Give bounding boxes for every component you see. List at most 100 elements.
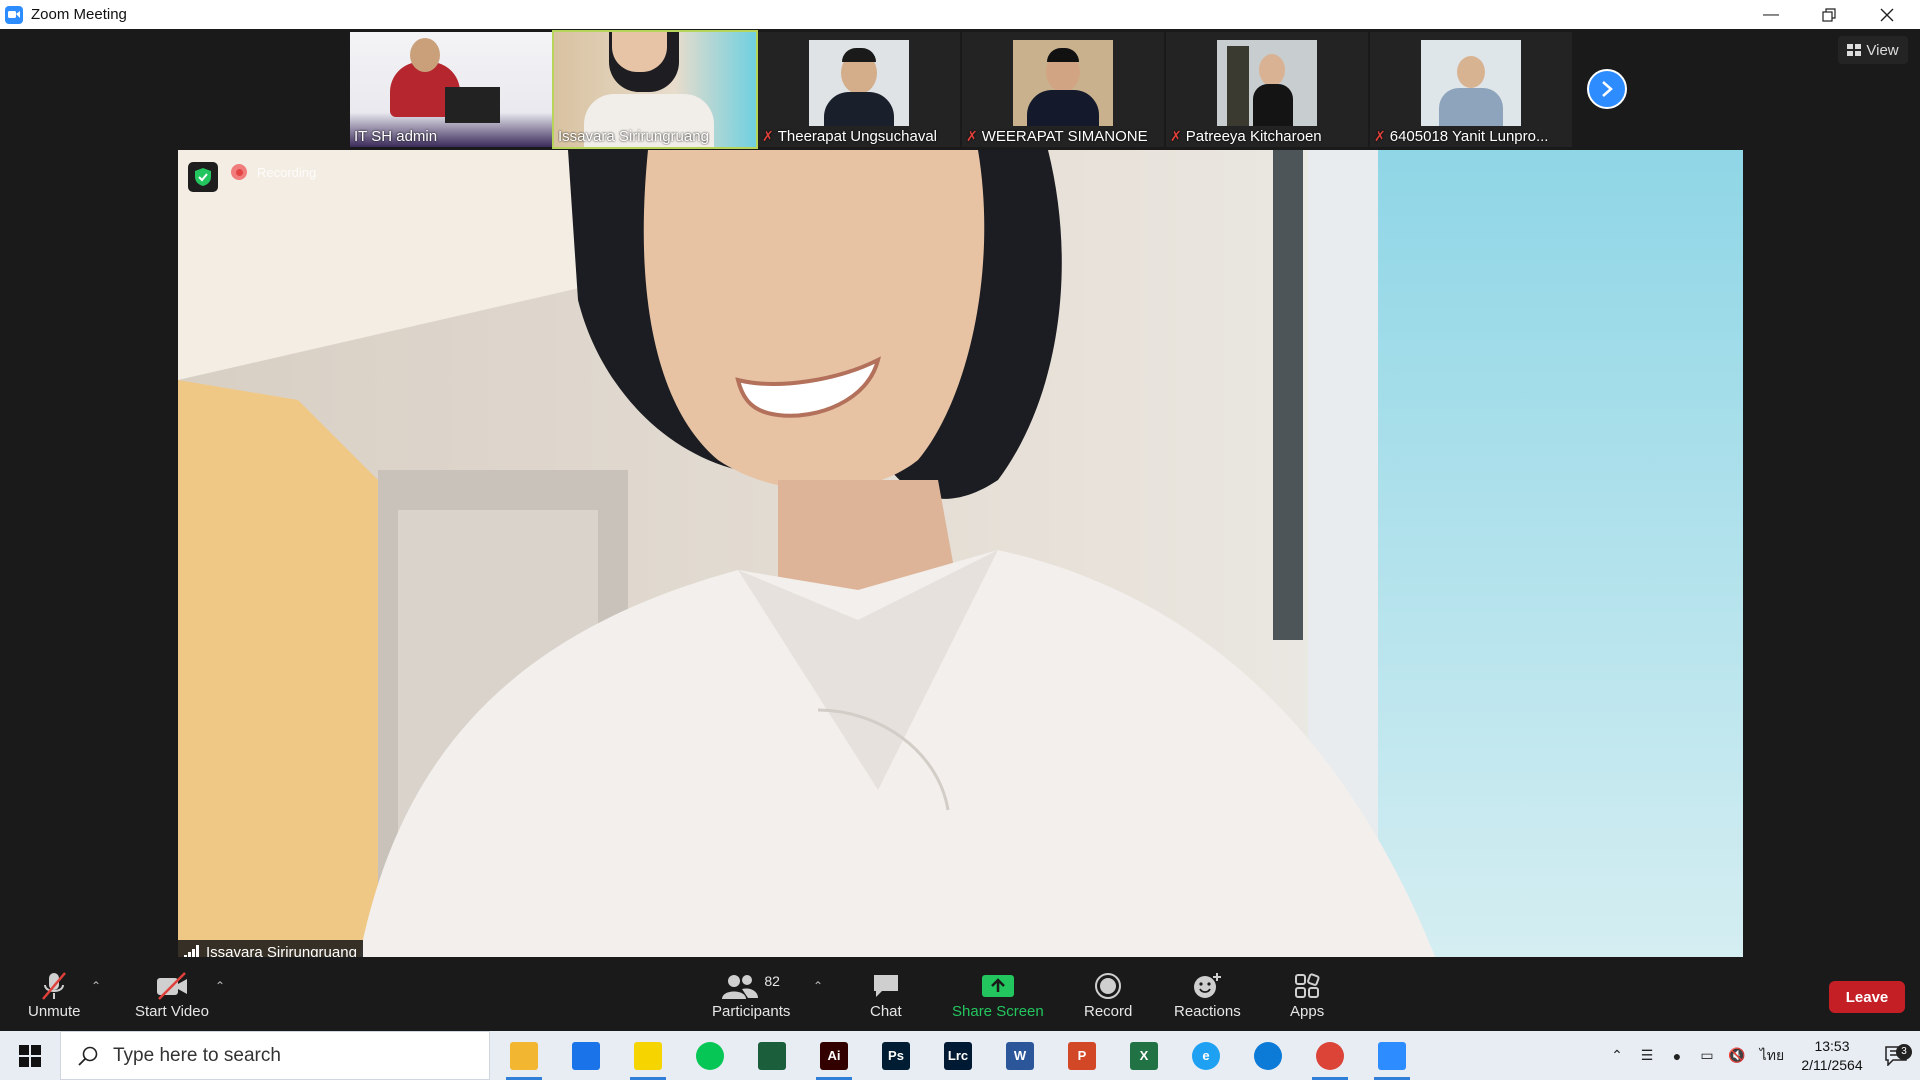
excel-icon: X [1130, 1041, 1158, 1070]
search-placeholder: Type here to search [113, 1044, 281, 1066]
apps-icon [1294, 969, 1320, 1003]
next-page-button[interactable] [1587, 69, 1627, 109]
profile-photo [809, 40, 909, 126]
title-bar: Zoom Meeting — [0, 0, 1920, 29]
chat-icon [872, 969, 900, 1003]
active-speaker-video[interactable]: Recording Issavara Sirirungruang [178, 150, 1743, 964]
clock[interactable]: 13:53 2/11/2564 [1792, 1037, 1872, 1075]
network-icon[interactable]: ☰ [1632, 1047, 1662, 1064]
profile-photo [1421, 40, 1521, 126]
participant-thumbnail[interactable]: ✗ Theerapat Ungsuchaval [758, 32, 960, 147]
recording-dot-icon [231, 164, 247, 180]
record-button[interactable]: Record [1084, 969, 1132, 1020]
muted-mic-icon: ✗ [966, 128, 978, 144]
taskbar-app-button[interactable] [558, 1031, 614, 1080]
profile-photo [1217, 40, 1317, 126]
record-label: Record [1084, 1003, 1133, 1020]
participant-name: IT SH admin [354, 128, 438, 145]
line-icon [696, 1041, 724, 1070]
taskbar-app-button[interactable]: e [1178, 1031, 1234, 1080]
taskbar-app-button[interactable] [682, 1031, 738, 1080]
taskbar-app-button[interactable] [496, 1031, 552, 1080]
video-feed [178, 150, 1743, 964]
zoom-icon [1378, 1041, 1406, 1070]
recording-indicator: Recording [231, 164, 316, 180]
taskbar-app-button[interactable]: Ps [868, 1031, 924, 1080]
participant-thumbnail[interactable]: ✗ WEERAPAT SIMANONE [962, 32, 1164, 147]
participants-label: Participants [712, 1003, 791, 1020]
recording-label: Recording [257, 164, 317, 180]
participant-name: 6405018 Yanit Lunpro... [1389, 128, 1549, 145]
audio-options-caret-icon[interactable]: ⌃ [91, 979, 101, 993]
apps-button[interactable]: Apps [1290, 969, 1324, 1020]
taskbar-app-button[interactable] [620, 1031, 676, 1080]
close-icon [1880, 8, 1894, 21]
participant-thumbnail[interactable]: ✗ Patreeya Kitcharoen [1166, 32, 1368, 147]
participant-name: WEERAPAT SIMANONE [981, 128, 1148, 145]
encryption-shield-icon[interactable] [188, 162, 218, 192]
taskbar-app-button[interactable]: W [992, 1031, 1048, 1080]
muted-microphone-icon [39, 969, 69, 1003]
taskbar-app-button[interactable]: P [1054, 1031, 1110, 1080]
restore-button[interactable] [1800, 0, 1858, 29]
internet-explorer-icon: e [1192, 1041, 1220, 1070]
participant-name: Theerapat Ungsuchaval [777, 128, 937, 145]
taskbar-app-button[interactable]: X [1116, 1031, 1172, 1080]
taskbar-app-button[interactable] [1240, 1031, 1296, 1080]
start-video-label: Start Video [135, 1003, 209, 1020]
notifications-button[interactable]: 3 [1872, 1043, 1920, 1066]
participants-button[interactable]: 82 Participants [712, 969, 790, 1020]
chat-button[interactable]: Chat [870, 969, 902, 1020]
taskbar-search-box[interactable]: Type here to search [60, 1031, 490, 1080]
reactions-smiley-icon [1192, 969, 1222, 1003]
unmute-button[interactable]: Unmute [28, 969, 81, 1020]
volume-muted-icon[interactable]: 🔇 [1722, 1047, 1752, 1064]
share-screen-button[interactable]: Share Screen [952, 969, 1044, 1020]
start-video-button[interactable]: Start Video [135, 969, 209, 1020]
leave-button[interactable]: Leave [1829, 981, 1905, 1013]
microphone-in-use-icon[interactable]: ● [1662, 1048, 1692, 1064]
system-tray: ⌃ ☰ ● ▭ 🔇 ไทย 13:53 2/11/2564 3 [1602, 1031, 1920, 1080]
edge-icon [1254, 1041, 1282, 1070]
taskbar-app-button[interactable] [744, 1031, 800, 1080]
word-icon: W [1006, 1041, 1034, 1070]
photoshop-icon: Ps [882, 1041, 910, 1070]
participant-name: Issavara Sirirungruang [558, 128, 709, 145]
participant-thumbnail[interactable]: ✗ 6405018 Yanit Lunpro... [1370, 32, 1572, 147]
participants-count: 82 [764, 973, 780, 989]
battery-icon[interactable]: ▭ [1692, 1047, 1722, 1064]
taskbar-app-button[interactable] [1302, 1031, 1358, 1080]
minimize-button[interactable]: — [1742, 0, 1800, 29]
muted-mic-icon: ✗ [1170, 128, 1182, 144]
muted-mic-icon: ✗ [762, 128, 774, 144]
input-language-indicator[interactable]: ไทย [1752, 1045, 1792, 1067]
participant-name: Patreeya Kitcharoen [1185, 128, 1322, 145]
share-screen-icon [981, 969, 1014, 1003]
participant-thumbnail[interactable]: IT SH admin [350, 32, 552, 147]
chat-label: Chat [870, 1003, 902, 1020]
video-options-caret-icon[interactable]: ⌃ [215, 979, 225, 993]
muted-mic-icon: ✗ [1374, 128, 1386, 144]
view-button-label: View [1866, 41, 1899, 59]
taskbar-app-button[interactable] [1364, 1031, 1420, 1080]
participants-caret-icon[interactable]: ⌃ [813, 979, 823, 993]
close-button[interactable] [1858, 0, 1916, 29]
taskbar-app-button[interactable]: Lrc [930, 1031, 986, 1080]
file-explorer-icon [510, 1041, 538, 1070]
start-button[interactable] [0, 1031, 60, 1080]
mail-icon [572, 1041, 600, 1070]
taskbar-app-button[interactable]: Ai [806, 1031, 862, 1080]
clock-date: 2/11/2564 [1801, 1056, 1863, 1073]
chevron-right-icon [1602, 81, 1613, 97]
unmute-label: Unmute [28, 1003, 81, 1020]
windows-logo-icon [19, 1044, 41, 1067]
chrome-icon [1316, 1041, 1344, 1070]
meeting-controls-bar: Unmute ⌃ Start Video ⌃ 82 Participants ⌃… [0, 957, 1920, 1031]
reactions-button[interactable]: Reactions [1174, 969, 1241, 1020]
participant-thumbnail-active[interactable]: Issavara Sirirungruang [552, 30, 758, 149]
video-off-icon [155, 969, 189, 1003]
participants-icon [722, 975, 759, 999]
reactions-label: Reactions [1174, 1003, 1241, 1020]
view-button[interactable]: View [1838, 36, 1908, 64]
show-hidden-icons-icon[interactable]: ⌃ [1602, 1047, 1632, 1064]
